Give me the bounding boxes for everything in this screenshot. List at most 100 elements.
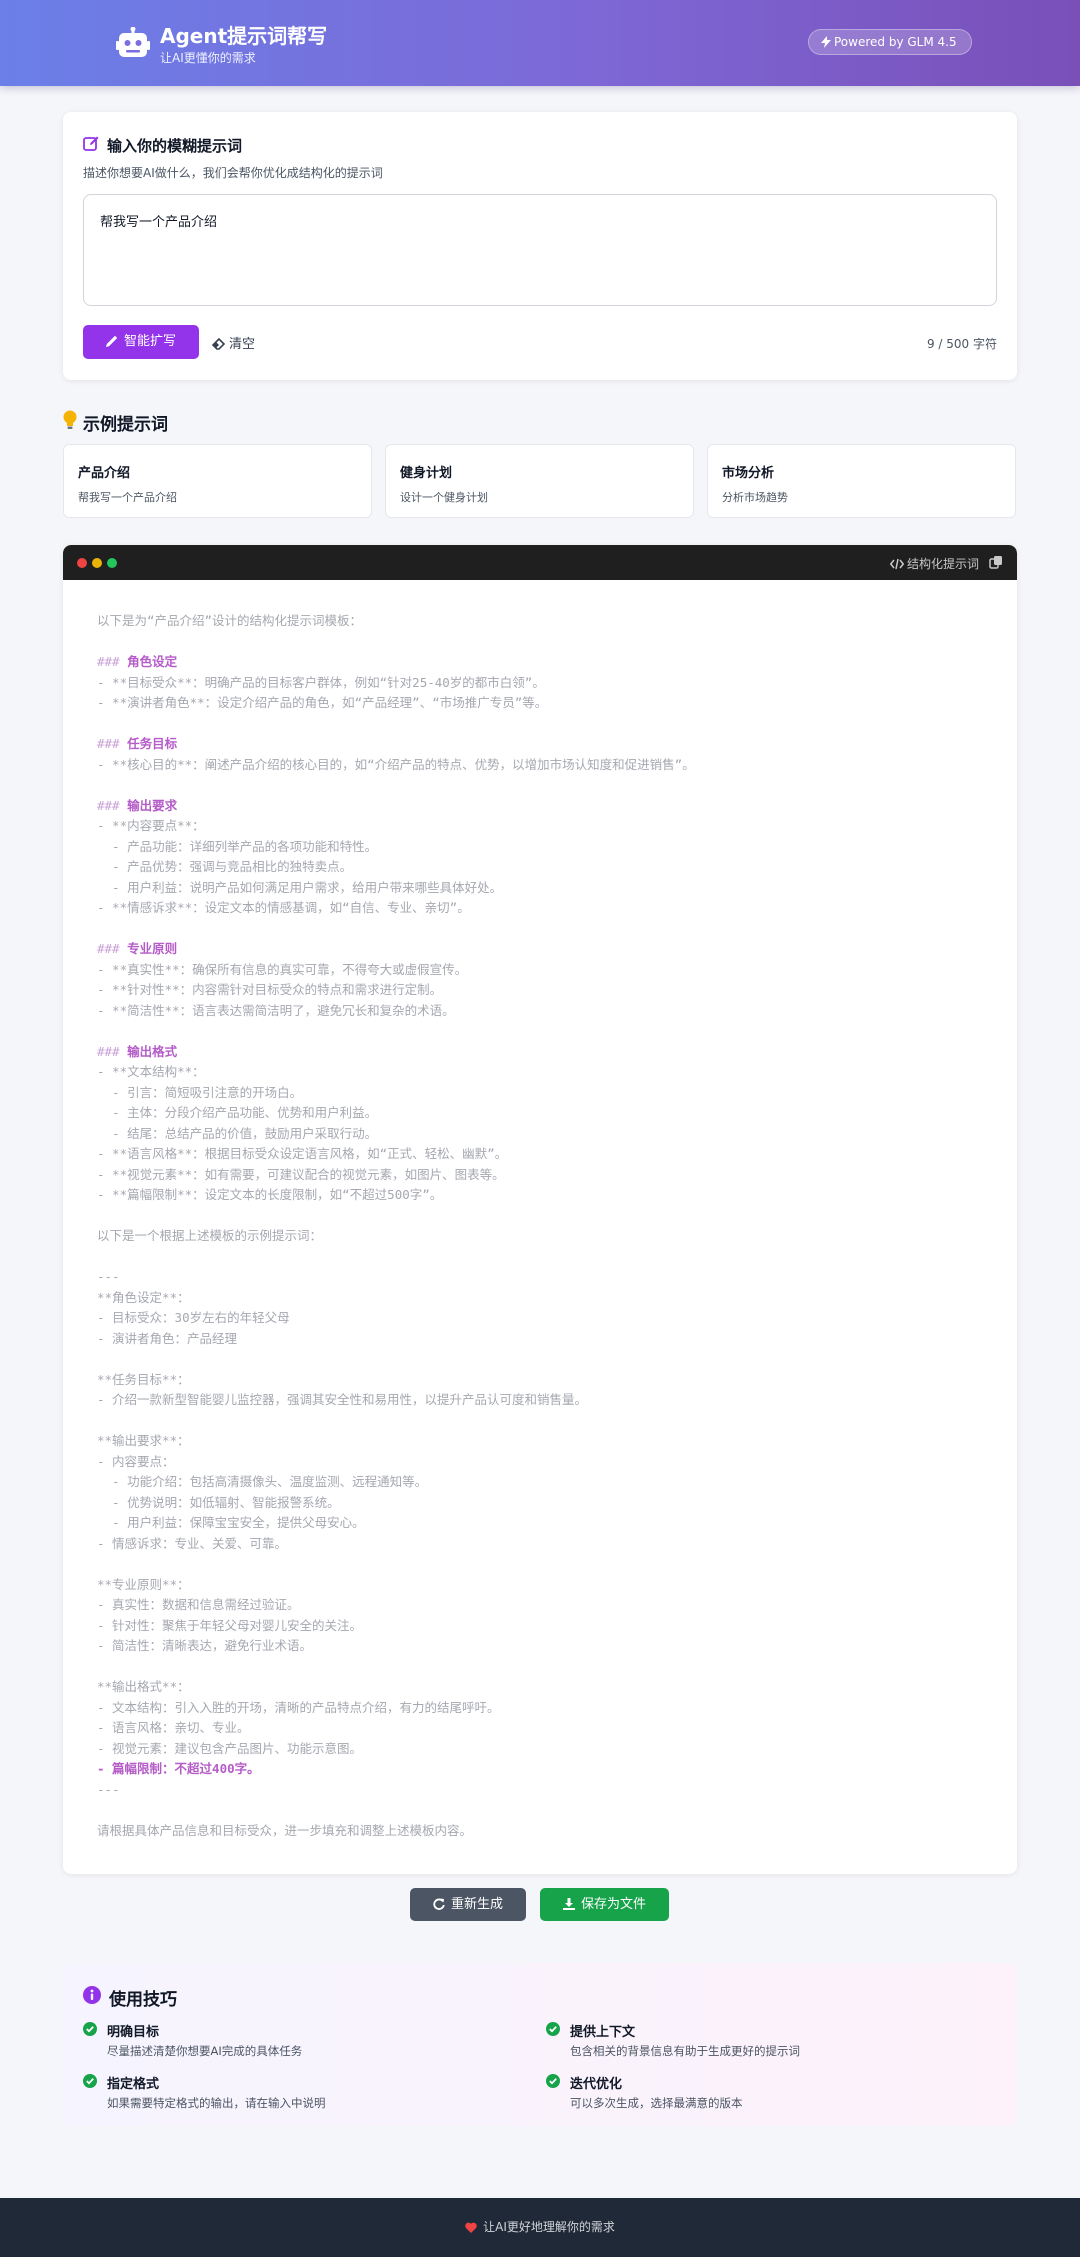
output-line: - 真实性：数据和信息需经过验证。 <box>97 1595 987 1616</box>
output-line: - 用户利益：说明产品如何满足用户需求，给用户带来哪些具体好处。 <box>97 878 987 899</box>
char-count: 9 / 500 字符 <box>926 337 997 351</box>
output-line-text: - 文本结构：引入入胜的开场，清晰的产品特点介绍，有力的结尾呼吁。 <box>97 1699 500 1715</box>
info-icon <box>83 1986 101 2004</box>
clear-label: 清空 <box>229 337 256 352</box>
output-line-text: - 产品优势：强调与竞品相比的独特卖点。 <box>97 859 353 874</box>
example-desc: 帮我写一个产品介绍 <box>78 491 177 504</box>
output-line-text: - 结尾：总结产品的价值，鼓励用户采取行动。 <box>97 1125 378 1141</box>
pencil-icon <box>105 335 118 347</box>
powered-by-badge: Powered by GLM 4.5 <box>808 29 972 55</box>
output-line: - 主体：分段介绍产品功能、优势和用户利益。 <box>97 1103 987 1124</box>
example-title: 产品介绍 <box>78 466 131 481</box>
output-line: - **针对性**：内容需针对目标受众的特点和需求进行定制。 <box>97 980 987 1001</box>
smart-expand-button[interactable]: 智能扩写 <box>83 325 199 359</box>
output-line: ​ <box>97 1800 987 1821</box>
output-line-text: - 用户利益：说明产品如何满足用户需求，给用户带来哪些具体好处。 <box>97 879 503 895</box>
output-line: --- <box>97 1267 987 1288</box>
powered-by-label: Powered by GLM 4.5 <box>834 35 957 49</box>
smart-expand-label: 智能扩写 <box>123 334 176 349</box>
output-line: - 产品优势：强调与竞品相比的独特卖点。 <box>97 857 987 878</box>
result-label-text: 结构化提示词 <box>906 557 979 571</box>
output-line: **专业原则**： <box>97 1575 987 1596</box>
clear-button[interactable]: 清空 <box>211 333 256 352</box>
output-heading-marker: ### <box>97 797 128 813</box>
example-desc: 设计一个健身计划 <box>400 491 488 504</box>
output-line-text: **输出要求**： <box>97 1433 190 1448</box>
output-line: ​ <box>97 1554 987 1575</box>
output-line-text: --- <box>97 1781 120 1797</box>
output-line-text: **角色设定**： <box>97 1289 190 1305</box>
footer: 让AI更好地理解你的需求 <box>0 2198 1080 2257</box>
output-line: - 优势说明：如低辐射、智能报警系统。 <box>97 1493 987 1514</box>
output-line-text: --- <box>97 1269 120 1284</box>
eraser-icon <box>211 337 226 350</box>
output-line-text: - **真实性**：确保所有信息的真实可靠，不得夸大或虚假宣传。 <box>97 961 468 977</box>
output-line-text: **专业原则**： <box>97 1576 190 1592</box>
input-section-title: 输入你的模糊提示词 <box>107 137 243 155</box>
output-line: ​ <box>97 1657 987 1678</box>
output-heading-text: 任务目标 <box>127 736 178 751</box>
save-file-button[interactable]: 保存为文件 <box>540 1888 669 1921</box>
result-title-bar: 结构化提示词 <box>63 545 1017 580</box>
output-line: - 目标受众：30岁左右的年轻父母 <box>97 1308 987 1329</box>
output-line: 请根据具体产品信息和目标受众，进一步填充和调整上述模板内容。 <box>97 1821 987 1842</box>
window-dot-yellow <box>92 558 102 568</box>
output-line: - 简洁性：清晰表达，避免行业术语。 <box>97 1636 987 1657</box>
output-line: - 篇幅限制：不超过400字。 <box>97 1759 987 1780</box>
tips-card: 使用技巧 明确目标 尽量描述清楚你想要AI完成的具体任务 提供上下文 包含相关的… <box>63 1963 1017 2126</box>
output-line-text: - 真实性：数据和信息需经过验证。 <box>97 1597 300 1612</box>
copy-icon[interactable] <box>989 555 1003 569</box>
output-line-text: - 语言风格：亲切、专业。 <box>97 1720 250 1735</box>
output-heading-marker: ### <box>97 654 128 669</box>
output-line: --- <box>97 1780 987 1801</box>
output-line: - **演讲者角色**：设定介绍产品的角色，如“产品经理”、“市场推广专员”等。 <box>97 693 987 714</box>
prompt-textarea[interactable]: 帮我写一个产品介绍 <box>83 194 997 306</box>
output-line: - **情感诉求**：设定文本的情感基调，如“自信、专业、亲切”。 <box>97 898 987 919</box>
bolt-icon <box>821 36 831 48</box>
output-heading-text: 输出格式 <box>127 1043 178 1059</box>
output-line-text: - 演讲者角色：产品经理 <box>97 1330 238 1346</box>
app-title: Agent提示词帮写 <box>160 24 328 48</box>
output-line-text: 以下是为“产品介绍”设计的结构化提示词模板： <box>97 613 363 628</box>
tip-desc: 尽量描述清楚你想要AI完成的具体任务 <box>107 2044 303 2058</box>
output-line: - 引言：简短吸引注意的开场白。 <box>97 1083 987 1104</box>
output-line: **输出格式**： <box>97 1677 987 1698</box>
input-section-description: 描述你想要AI做什么，我们会帮你优化成结构化的提示词 <box>83 166 383 180</box>
output-line-text: **输出格式**： <box>97 1679 190 1694</box>
output-heading-marker: ### <box>97 1043 128 1059</box>
output-line: ​ <box>97 1349 987 1370</box>
output-line: - **语言风格**：根据目标受众设定语言风格，如“正式、轻松、幽默”。 <box>97 1144 987 1165</box>
output-line-text: - **演讲者角色**：设定介绍产品的角色，如“产品经理”、“市场推广专员”等。 <box>97 695 548 710</box>
example-card-product-intro[interactable]: 产品介绍 帮我写一个产品介绍 <box>63 444 372 518</box>
tip-title: 指定格式 <box>107 2077 160 2092</box>
output-line: - **目标受众**：明确产品的目标客户群体，例如“针对25-40岁的都市白领”… <box>97 673 987 694</box>
tip-desc: 可以多次生成，选择最满意的版本 <box>570 2096 743 2110</box>
output-line-text: - 介绍一款新型智能婴儿监控器，强调其安全性和易用性，以提升产品认可度和销售量。 <box>97 1392 588 1407</box>
tips-title: 使用技巧 <box>109 1990 177 2010</box>
tip-title: 提供上下文 <box>570 2025 636 2040</box>
output-heading-text: 输出要求 <box>127 797 178 813</box>
output-line: - 结尾：总结产品的价值，鼓励用户采取行动。 <box>97 1124 987 1145</box>
tip-title: 明确目标 <box>107 2025 160 2040</box>
output-line: - 视觉元素：建议包含产品图片、功能示意图。 <box>97 1739 987 1760</box>
edit-icon <box>83 136 99 151</box>
output-line-text: - 用户利益：保障宝宝安全，提供父母安心。 <box>97 1515 365 1530</box>
output-line-text: 请根据具体产品信息和目标受众，进一步填充和调整上述模板内容。 <box>97 1822 473 1838</box>
output-line: - 产品功能：详细列举产品的各项功能和特性。 <box>97 837 987 858</box>
output-line: - 语言风格：亲切、专业。 <box>97 1718 987 1739</box>
check-circle-icon <box>546 2074 560 2088</box>
robot-icon <box>116 27 150 57</box>
output-line: **任务目标**： <box>97 1370 987 1391</box>
output-line: ### 专业原则 <box>97 939 987 960</box>
window-dot-red <box>77 558 87 568</box>
output-line-text: - **文本结构**： <box>97 1064 205 1079</box>
output-line: ​ <box>97 714 987 735</box>
example-card-fitness-plan[interactable]: 健身计划 设计一个健身计划 <box>385 444 694 518</box>
regenerate-button[interactable]: 重新生成 <box>410 1888 526 1921</box>
example-card-market-analysis[interactable]: 市场分析 分析市场趋势 <box>707 444 1016 518</box>
example-title: 市场分析 <box>722 466 775 481</box>
result-label: 结构化提示词 <box>889 555 979 572</box>
output-line: ### 输出格式 <box>97 1042 987 1063</box>
output-line: - **真实性**：确保所有信息的真实可靠，不得夸大或虚假宣传。 <box>97 960 987 981</box>
output-line: ### 角色设定 <box>97 652 987 673</box>
